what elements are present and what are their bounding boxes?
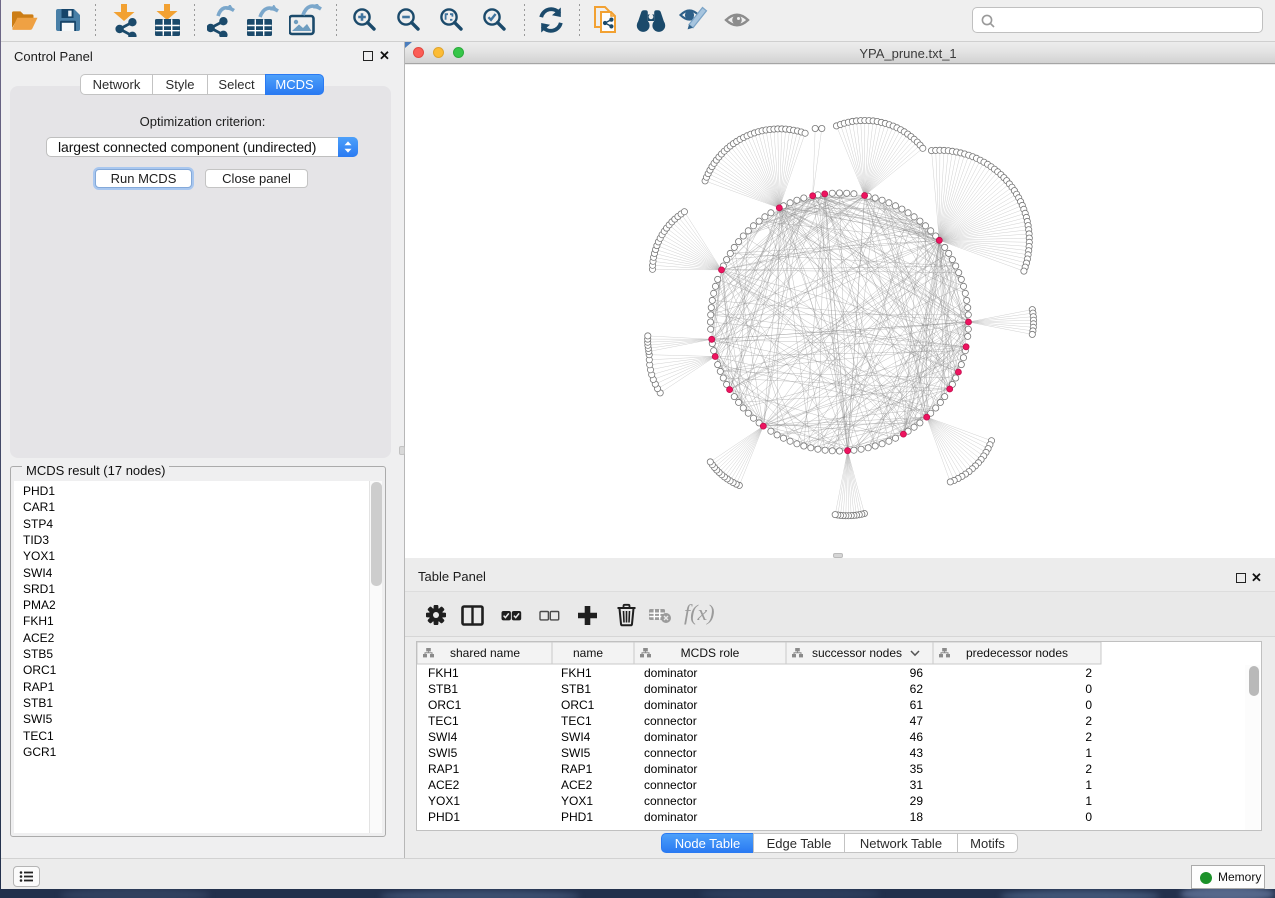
svg-text:name: name	[573, 646, 603, 660]
svg-text:shared name: shared name	[450, 646, 520, 660]
svg-text:MCDS role: MCDS role	[681, 646, 740, 660]
svg-text:predecessor nodes: predecessor nodes	[966, 646, 1068, 660]
svg-text:successor nodes: successor nodes	[812, 646, 902, 660]
